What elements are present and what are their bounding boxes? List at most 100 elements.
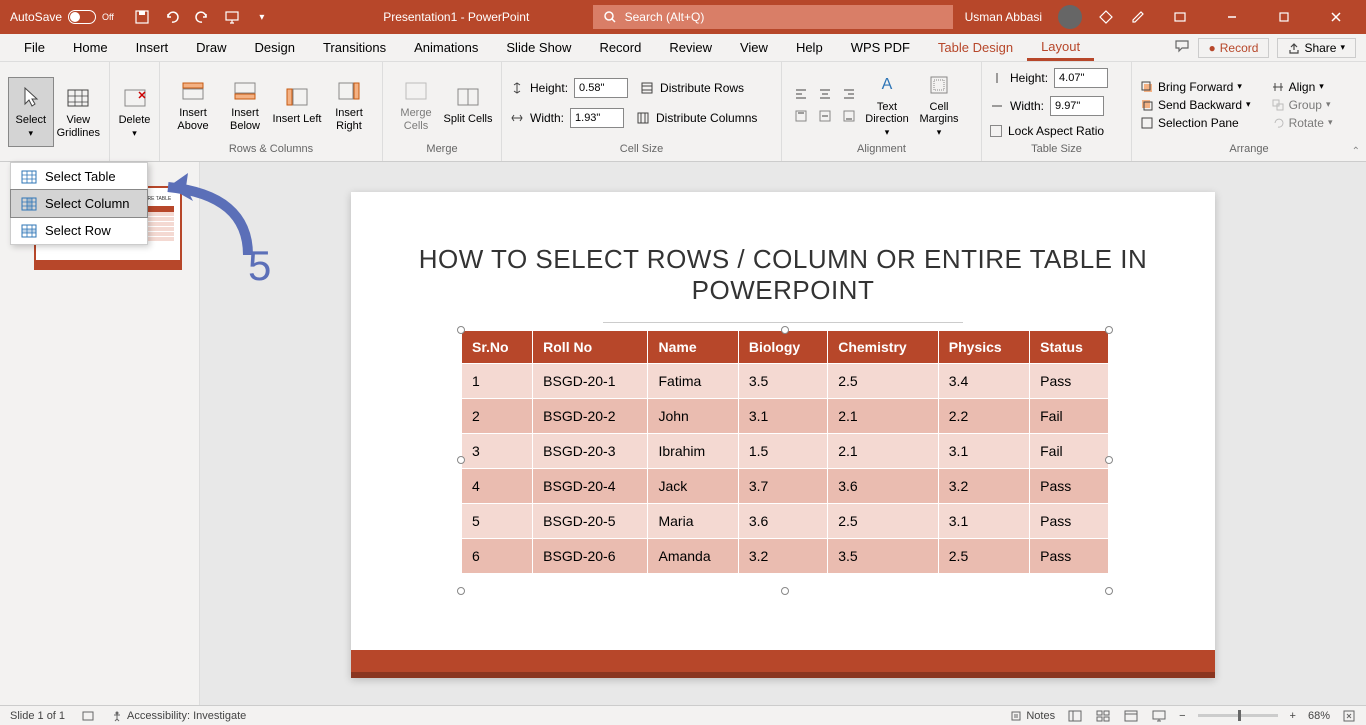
insert-right-button[interactable]: Insert Right [324,70,374,140]
table-row[interactable]: 6BSGD-20-6Amanda3.23.52.5Pass [462,539,1109,574]
diamond-icon[interactable] [1098,9,1114,25]
table-cell[interactable]: 3.5 [738,364,827,399]
table-cell[interactable]: 2.1 [828,434,939,469]
table-cell[interactable]: 3.1 [738,399,827,434]
user-name[interactable]: Usman Abbasi [965,10,1042,24]
slideshow-view-icon[interactable] [1151,709,1167,723]
table-cell[interactable]: BSGD-20-5 [533,504,648,539]
align-middle-icon[interactable] [814,106,836,126]
share-button[interactable]: Share▾ [1277,38,1356,58]
table-cell[interactable]: BSGD-20-3 [533,434,648,469]
align-top-icon[interactable] [790,106,812,126]
table-cell[interactable]: 2.1 [828,399,939,434]
view-gridlines-button[interactable]: View Gridlines [56,77,101,147]
menu-layout[interactable]: Layout [1027,35,1094,61]
table-cell[interactable]: 5 [462,504,533,539]
table-cell[interactable]: 2.2 [938,399,1029,434]
table-cell[interactable]: BSGD-20-2 [533,399,648,434]
present-icon[interactable] [224,9,240,25]
table-cell[interactable]: 1.5 [738,434,827,469]
table-cell[interactable]: 2.5 [828,364,939,399]
table-cell[interactable]: 4 [462,469,533,504]
table-cell[interactable]: 3.4 [938,364,1029,399]
zoom-level[interactable]: 68% [1308,710,1330,722]
table-cell[interactable]: 2 [462,399,533,434]
delete-button[interactable]: Delete▾ [118,77,151,147]
table-cell[interactable]: 2.5 [828,504,939,539]
align-bottom-icon[interactable] [838,106,860,126]
cell-margins-button[interactable]: Cell Margins▾ [914,70,964,140]
table-cell[interactable]: BSGD-20-4 [533,469,648,504]
menu-help[interactable]: Help [782,36,837,59]
table-cell[interactable]: 3.1 [938,434,1029,469]
cell-height-input[interactable] [574,78,628,98]
slide-title[interactable]: HOW TO SELECT ROWS / COLUMN OR ENTIRE TA… [351,192,1215,306]
insert-above-button[interactable]: Insert Above [168,70,218,140]
table-cell[interactable]: Maria [648,504,738,539]
table-cell[interactable]: 3 [462,434,533,469]
menu-review[interactable]: Review [655,36,726,59]
table-cell[interactable]: Pass [1030,504,1109,539]
select-table-item[interactable]: Select Table [11,163,147,190]
select-column-item[interactable]: Select Column [10,189,148,218]
comments-icon[interactable] [1174,38,1190,58]
menu-tabledesign[interactable]: Table Design [924,36,1027,59]
menu-transitions[interactable]: Transitions [309,36,400,59]
record-button[interactable]: ●Record [1198,38,1270,58]
group-button[interactable]: Group▾ [1271,98,1333,112]
table-cell[interactable]: Pass [1030,539,1109,574]
table-width-input[interactable] [1050,96,1104,116]
notes-button[interactable]: Notes [1010,710,1055,722]
data-table[interactable]: Sr.NoRoll NoNameBiologyChemistryPhysicsS… [461,330,1109,574]
table-row[interactable]: 3BSGD-20-3Ibrahim1.52.13.1Fail [462,434,1109,469]
undo-icon[interactable] [164,9,180,25]
table-row[interactable]: 1BSGD-20-1Fatima3.52.53.4Pass [462,364,1109,399]
table-header-cell[interactable]: Chemistry [828,331,939,364]
table-cell[interactable]: 3.2 [938,469,1029,504]
lock-aspect-checkbox[interactable]: Lock Aspect Ratio [990,124,1104,138]
table-cell[interactable]: 3.1 [938,504,1029,539]
merge-cells-button[interactable]: Merge Cells [391,70,441,140]
table-header-cell[interactable]: Status [1030,331,1109,364]
minimize-button[interactable] [1214,1,1250,33]
zoom-slider[interactable] [1198,714,1278,717]
table-header-cell[interactable]: Biology [738,331,827,364]
table-cell[interactable]: 1 [462,364,533,399]
menu-file[interactable]: File [10,36,59,59]
pen-icon[interactable] [1130,9,1146,25]
menu-wpspdf[interactable]: WPS PDF [837,36,924,59]
align-left-icon[interactable] [790,84,812,104]
bring-forward-button[interactable]: Bring Forward▾ [1140,80,1251,94]
select-button[interactable]: Select▾ [8,77,54,147]
menu-animations[interactable]: Animations [400,36,492,59]
menu-insert[interactable]: Insert [122,36,183,59]
toggle-switch[interactable] [68,10,96,24]
distribute-columns-button[interactable]: Distribute Columns [636,111,757,125]
table-row[interactable]: 5BSGD-20-5Maria3.62.53.1Pass [462,504,1109,539]
language-icon[interactable] [81,709,95,723]
collapse-ribbon-icon[interactable]: ⌃ [1352,146,1360,157]
insert-left-button[interactable]: Insert Left [272,70,322,140]
menu-draw[interactable]: Draw [182,36,240,59]
selection-pane-button[interactable]: Selection Pane [1140,116,1251,130]
select-row-item[interactable]: Select Row [11,217,147,244]
autosave-toggle[interactable]: AutoSave Off [0,10,124,24]
table-header-cell[interactable]: Physics [938,331,1029,364]
ribbon-mode-icon[interactable] [1162,1,1198,33]
align-center-icon[interactable] [814,84,836,104]
table-header-cell[interactable]: Sr.No [462,331,533,364]
insert-below-button[interactable]: Insert Below [220,70,270,140]
align-button[interactable]: Align▾ [1271,80,1333,94]
redo-icon[interactable] [194,9,210,25]
table-height-input[interactable] [1054,68,1108,88]
table-cell[interactable]: 6 [462,539,533,574]
menu-view[interactable]: View [726,36,782,59]
normal-view-icon[interactable] [1067,709,1083,723]
split-cells-button[interactable]: Split Cells [443,70,493,140]
distribute-rows-button[interactable]: Distribute Rows [640,81,744,95]
fit-to-window-icon[interactable] [1342,709,1356,723]
table-cell[interactable]: Ibrahim [648,434,738,469]
sorter-view-icon[interactable] [1095,709,1111,723]
slide-counter[interactable]: Slide 1 of 1 [10,710,65,722]
table-cell[interactable]: BSGD-20-1 [533,364,648,399]
